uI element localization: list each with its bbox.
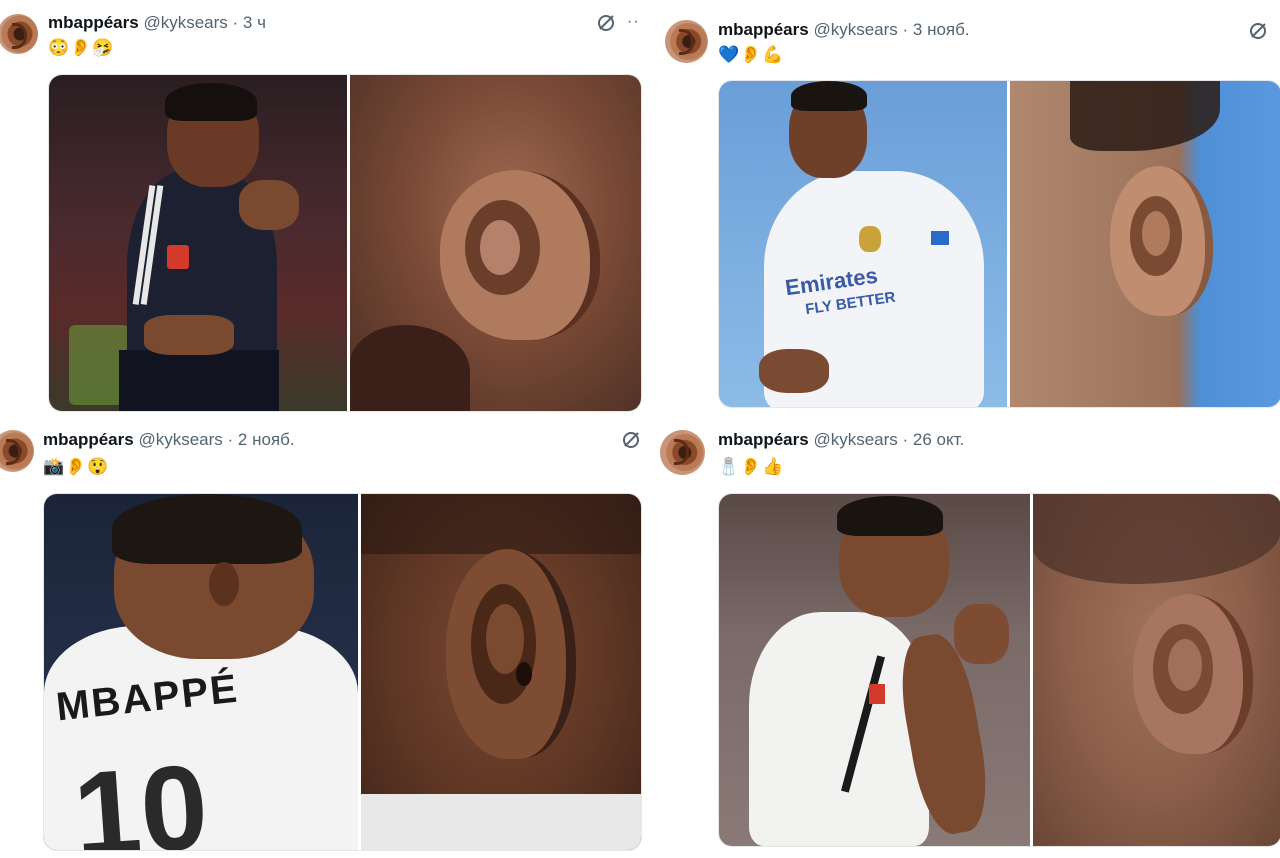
media-grid[interactable]: [718, 493, 1280, 847]
timestamp[interactable]: 2 нояб.: [238, 430, 295, 449]
user-handle[interactable]: @kyksears: [813, 430, 897, 449]
photo-player-training[interactable]: Emirates FLY BETTER: [719, 81, 1007, 407]
avatar[interactable]: [665, 20, 708, 63]
avatar[interactable]: [0, 14, 38, 54]
tweet-text: 🧂👂👍: [718, 457, 785, 476]
avatar[interactable]: [660, 430, 705, 475]
photo-ear-closeup[interactable]: [350, 75, 641, 411]
separator: ·: [232, 13, 239, 32]
media-grid[interactable]: [48, 74, 642, 412]
grok-icon[interactable]: [596, 13, 616, 33]
tweet-header: mbappéars @kyksears · 2 нояб.: [43, 430, 295, 450]
grok-icon[interactable]: [1248, 21, 1268, 41]
display-name[interactable]: mbappéars: [48, 13, 139, 32]
tweet-text: 😳👂🤧: [48, 38, 115, 57]
tweet-3[interactable]: mbappéars @kyksears · 2 нояб. 📸👂😲 MBAPPÉ…: [0, 420, 645, 858]
user-handle[interactable]: @kyksears: [813, 20, 897, 39]
media-grid[interactable]: MBAPPÉ 10: [43, 493, 642, 851]
display-name[interactable]: mbappéars: [718, 430, 809, 449]
separator: ·: [902, 430, 909, 449]
display-name[interactable]: mbappéars: [43, 430, 134, 449]
photo-ear-closeup[interactable]: [361, 494, 641, 850]
tweet-header: mbappéars @kyksears · 26 окт.: [718, 430, 964, 450]
timestamp[interactable]: 3 нояб.: [913, 20, 970, 39]
photo-ear-closeup[interactable]: [1033, 494, 1280, 846]
photo-player-gesture[interactable]: [719, 494, 1030, 846]
jersey-number: 10: [69, 739, 212, 850]
tweet-header: mbappéars @kyksears · 3 ч: [48, 13, 266, 33]
user-handle[interactable]: @kyksears: [143, 13, 227, 32]
tweet-text: 📸👂😲: [43, 457, 110, 476]
separator: ·: [902, 20, 909, 39]
separator: ·: [227, 430, 234, 449]
user-handle[interactable]: @kyksears: [138, 430, 222, 449]
timestamp[interactable]: 26 окт.: [913, 430, 964, 449]
more-icon[interactable]: ··: [627, 13, 640, 31]
photo-player-celebrating[interactable]: [49, 75, 347, 411]
tweet-text: 💙👂💪: [718, 45, 785, 64]
display-name[interactable]: mbappéars: [718, 20, 809, 39]
timestamp[interactable]: 3 ч: [243, 13, 266, 32]
tweet-4[interactable]: mbappéars @kyksears · 26 окт. 🧂👂👍: [645, 420, 1280, 858]
grok-icon[interactable]: [621, 430, 641, 450]
tweet-2[interactable]: mbappéars @kyksears · 3 нояб. 💙👂💪 Emirat…: [645, 0, 1280, 415]
photo-player-back[interactable]: MBAPPÉ 10: [44, 494, 358, 850]
photo-ear-closeup[interactable]: [1010, 81, 1280, 407]
media-grid[interactable]: Emirates FLY BETTER: [718, 80, 1280, 408]
avatar[interactable]: [0, 430, 34, 472]
tweet-1[interactable]: mbappéars @kyksears · 3 ч ·· 😳👂🤧: [0, 0, 645, 415]
tweet-header: mbappéars @kyksears · 3 нояб.: [718, 20, 970, 40]
